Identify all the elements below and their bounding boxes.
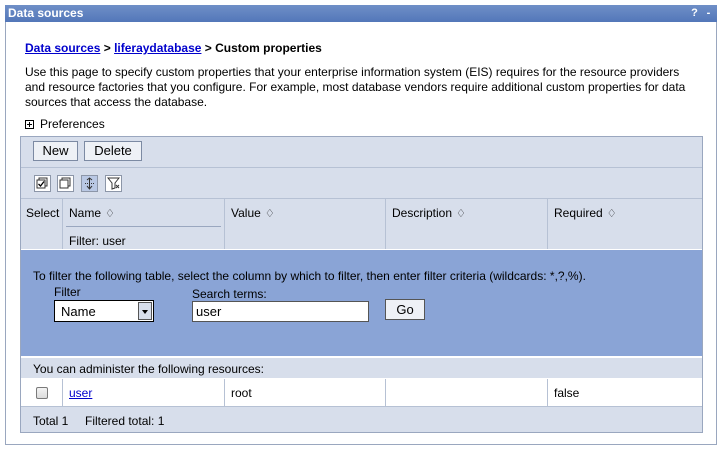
description-cell [386, 379, 548, 406]
collection-table: New Delete Select Name ♢ Filter: user Val… [20, 136, 703, 433]
new-button[interactable]: New [33, 141, 78, 161]
clear-filter-icon[interactable] [105, 175, 122, 192]
filter-panel: To filter the following table, select th… [21, 250, 702, 356]
select-cell [21, 379, 63, 406]
sort-icon[interactable]: ♢ [265, 207, 275, 220]
column-header-description[interactable]: Description ♢ [386, 199, 548, 249]
button-toolbar: New Delete [21, 137, 702, 168]
filter-instructions: To filter the following table, select th… [33, 269, 586, 283]
sort-icon[interactable]: ♢ [607, 207, 617, 220]
sort-icon[interactable]: ♢ [456, 207, 466, 220]
show-filter-icon[interactable] [81, 175, 98, 192]
column-header-name[interactable]: Name ♢ Filter: user [63, 199, 225, 249]
table-row: user root false [21, 379, 702, 407]
preferences-toggle[interactable]: Preferences [25, 117, 105, 131]
total-count: Total 1 [33, 414, 69, 428]
breadcrumb-current: Custom properties [215, 41, 322, 55]
table-footer: Total 1 Filtered total: 1 [21, 407, 702, 432]
preferences-label: Preferences [40, 117, 105, 131]
column-header-required[interactable]: Required ♢ [548, 199, 702, 249]
column-header-select: Select [21, 199, 63, 249]
breadcrumb-separator: > [201, 41, 216, 55]
breadcrumb: Data sources > liferaydatabase > Custom … [25, 41, 322, 55]
column-header-value[interactable]: Value ♢ [225, 199, 386, 249]
admin-message-bar: You can administer the following resourc… [21, 358, 702, 378]
sort-icon[interactable]: ♢ [105, 207, 115, 220]
filter-column-value: Name [61, 304, 96, 319]
filter-indicator: Filter: user [69, 234, 126, 248]
name-cell: user [63, 379, 225, 406]
delete-button[interactable]: Delete [84, 141, 142, 161]
filter-label: Filter [54, 285, 81, 299]
help-button[interactable]: ? [688, 6, 701, 20]
value-cell: root [225, 379, 386, 406]
search-terms-label: Search terms: [192, 287, 267, 301]
name-link[interactable]: user [69, 386, 92, 400]
filter-column-select[interactable]: Name [54, 300, 154, 322]
search-terms-input[interactable] [192, 301, 369, 322]
breadcrumb-separator: > [100, 41, 115, 55]
breadcrumb-data-sources-link[interactable]: Data sources [25, 41, 100, 55]
header-divider [66, 226, 221, 227]
required-cell: false [554, 386, 580, 400]
title-bar: Data sources ? - [5, 5, 717, 22]
dropdown-arrow-icon[interactable] [138, 302, 152, 320]
minimize-button[interactable]: - [702, 6, 715, 20]
row-checkbox[interactable] [36, 387, 48, 399]
expand-plus-icon[interactable] [25, 119, 34, 129]
title-bar-label: Data sources [8, 6, 84, 20]
go-button[interactable]: Go [385, 299, 425, 320]
page-description: Use this page to specify custom properti… [25, 65, 686, 109]
admin-message: You can administer the following resourc… [33, 362, 265, 376]
icon-toolbar [21, 168, 702, 199]
select-all-icon[interactable] [34, 175, 51, 192]
breadcrumb-liferaydatabase-link[interactable]: liferaydatabase [114, 41, 201, 55]
filtered-total-count: Filtered total: 1 [85, 414, 165, 428]
deselect-all-icon[interactable] [57, 175, 74, 192]
